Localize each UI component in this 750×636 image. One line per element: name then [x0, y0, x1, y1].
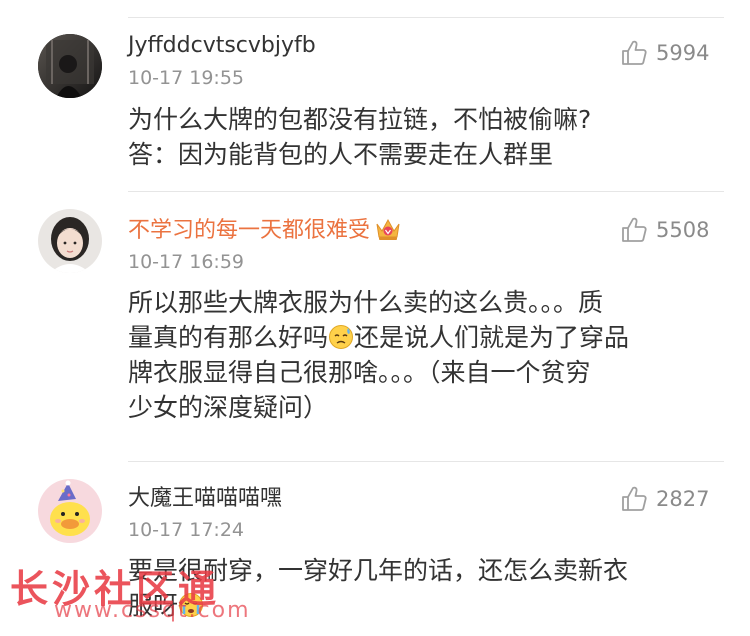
comment-line: 量真的有那么好吗 还是说人们就是为了穿品: [128, 320, 708, 355]
comment-text: 所以那些大牌衣服为什么卖的这么贵。。。质 量真的有那么好吗 还是说人们就是为了穿…: [128, 285, 708, 425]
comment-line: 牌衣服显得自己很那啥。。。（来自一个贫穷: [128, 358, 591, 387]
comment-line: 为什么大牌的包都没有拉链，不怕被偷嘛?: [128, 105, 592, 134]
comment-line: 所以那些大牌衣服为什么卖的这么贵。。。质: [128, 288, 604, 317]
sweat-emoji-icon: [329, 325, 354, 349]
like-button[interactable]: 2827: [620, 484, 709, 514]
crown-icon: [376, 218, 400, 240]
comment-line: 要是很耐穿，一穿好几年的话，还怎么卖新衣: [128, 556, 629, 585]
username[interactable]: Jyffddcvtscvbjyfb: [128, 32, 316, 60]
comment-line-part: 还是说人们就是为了穿品: [354, 323, 630, 352]
divider: [128, 461, 724, 462]
avatar-image: [38, 209, 102, 273]
avatar-image: [38, 479, 102, 543]
username[interactable]: 不学习的每一天都很难受: [128, 216, 402, 245]
timestamp: 10-17 17:24: [128, 519, 245, 541]
like-count: 2827: [656, 487, 710, 511]
username-text: 不学习的每一天都很难受: [128, 218, 371, 243]
thumbs-up-icon: [622, 486, 647, 511]
divider: [128, 17, 724, 18]
avatar[interactable]: [38, 34, 102, 98]
avatar-image: [38, 34, 102, 98]
cry-emoji-icon: [179, 593, 204, 617]
username[interactable]: 大魔王喵喵喵嘿: [128, 485, 282, 513]
comment-list: Jyffddcvtscvbjyfb 10-17 19:55 5994 为什么大牌…: [0, 0, 750, 636]
avatar[interactable]: [38, 479, 102, 543]
thumbs-up-icon: [622, 40, 647, 65]
comment-text: 要是很耐穿，一穿好几年的话，还怎么卖新衣 服呀: [128, 553, 708, 623]
timestamp: 10-17 16:59: [128, 251, 245, 273]
thumbs-up-icon: [622, 217, 647, 242]
comment-text: 为什么大牌的包都没有拉链，不怕被偷嘛? 答：因为能背包的人不需要走在人群里: [128, 102, 708, 172]
like-button[interactable]: 5994: [620, 38, 709, 68]
avatar[interactable]: [38, 209, 102, 273]
comment-line: 服呀: [128, 588, 708, 623]
divider: [128, 191, 724, 192]
like-count: 5508: [656, 218, 710, 242]
comment-line-part: 量真的有那么好吗: [128, 323, 329, 352]
comment-line-part: 服呀: [128, 591, 179, 620]
timestamp: 10-17 19:55: [128, 67, 245, 89]
comment-line: 答：因为能背包的人不需要走在人群里: [128, 140, 554, 169]
comment-line: 少女的深度疑问）: [128, 393, 329, 422]
like-button[interactable]: 5508: [620, 215, 709, 245]
like-count: 5994: [656, 41, 710, 65]
